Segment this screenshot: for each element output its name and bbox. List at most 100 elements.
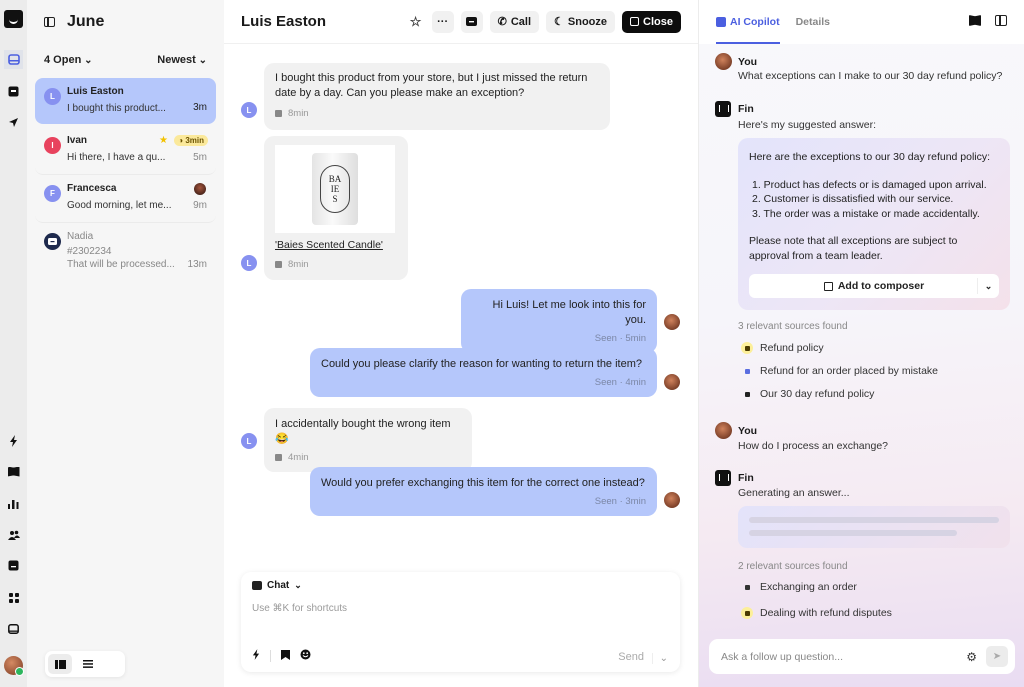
message-status: Seen · 3min (594, 496, 646, 507)
sort-dropdown[interactable]: Newest (157, 54, 207, 78)
user-avatar (715, 422, 732, 439)
emoji-icon[interactable] (300, 649, 311, 663)
knowledge-book-icon[interactable] (969, 15, 981, 26)
snooze-icon: ☾ (554, 16, 564, 28)
conversation-preview: I bought this product... (67, 103, 166, 114)
contacts-icon[interactable] (4, 525, 23, 544)
source-title: Refund for an order placed by mistake (760, 365, 939, 377)
send-options-dropdown[interactable]: ⌄ (651, 653, 668, 664)
add-to-composer-button[interactable]: Add to composer ⌄ (749, 274, 999, 298)
bolt-icon[interactable] (4, 431, 23, 450)
more-button[interactable]: ··· (431, 10, 454, 33)
message-text: Could you please clarify the reason for … (321, 358, 643, 370)
snooze-label: Snooze (567, 15, 608, 28)
source-link[interactable]: Our 30 day refund policy (741, 388, 874, 400)
note-icon (741, 581, 753, 593)
agent-message: Hi Luis! Let me look into this for you. … (461, 289, 657, 353)
agent-avatar (664, 314, 680, 330)
user-question: How do I process an exchange? (738, 440, 889, 452)
split-view-button[interactable] (48, 654, 72, 674)
reply-composer[interactable]: Chat ⌄ Use ⌘K for shortcuts Send ⌄ (241, 572, 680, 672)
product-link[interactable]: 'Baies Scented Candle' (275, 238, 397, 253)
sla-badge-text: 3min (185, 136, 204, 145)
message-status: Seen · 4min (594, 377, 646, 388)
source-link[interactable]: Refund for an order placed by mistake (741, 365, 938, 377)
view-toggle (45, 651, 125, 677)
conversation-title: Luis Easton (241, 13, 327, 30)
avatar: I (44, 137, 61, 154)
message-time: 8min (288, 108, 309, 119)
call-button[interactable]: ✆ Call (489, 10, 540, 33)
tab-ai-copilot[interactable]: AI Copilot (716, 0, 780, 44)
fin-answer-header: Fin (715, 470, 754, 486)
toggle-panel-icon[interactable] (995, 15, 1007, 26)
author-name: Fin (738, 472, 754, 484)
tab-label: AI Copilot (730, 16, 780, 28)
user-avatar[interactable] (4, 656, 24, 676)
product-image[interactable]: BA IE S (275, 145, 395, 233)
conversation-time: 3m (193, 102, 207, 113)
reply-mode-dropdown[interactable]: Chat ⌄ (252, 580, 302, 591)
app-logo-icon[interactable] (4, 10, 23, 28)
article-icon[interactable] (281, 649, 290, 663)
list-view-button[interactable] (76, 654, 100, 674)
inbox-title: June (67, 13, 105, 30)
ticket-number: #2302234 (67, 246, 112, 257)
book-icon[interactable] (4, 462, 23, 481)
exception-item: 3. The order was a mistake or made accid… (752, 207, 980, 220)
reports-icon[interactable] (4, 494, 23, 513)
conversation-item-francesca[interactable]: F Francesca Good morning, let me... 9m (35, 175, 216, 223)
inbox-icon[interactable] (4, 50, 23, 69)
fin-logo-icon (715, 470, 731, 486)
add-to-composer-label: Add to composer (837, 279, 925, 292)
follow-up-placeholder: Ask a follow up question... (721, 650, 843, 663)
source-title: Exchanging an order (760, 581, 857, 593)
agent-message: Could you please clarify the reason for … (310, 348, 657, 397)
message-text: I accidentally bought the wrong item 😂 (275, 418, 451, 445)
phone-icon: ✆ (497, 16, 507, 28)
toggle-sidebar-icon[interactable] (44, 17, 55, 27)
outbound-icon[interactable] (4, 113, 23, 132)
app-rail (0, 0, 27, 687)
close-button[interactable]: Close (622, 10, 681, 33)
conversation-list-panel: June 4 Open Newest L Luis Easton I bough… (27, 0, 224, 687)
ticket-icon[interactable] (4, 82, 23, 101)
close-label: Close (643, 15, 673, 28)
sources-count: 2 relevant sources found (738, 561, 848, 572)
tab-label: Details (795, 16, 831, 28)
ticket-button[interactable] (460, 10, 483, 33)
message-status: Seen · 5min (594, 333, 646, 344)
screen-icon[interactable] (4, 619, 23, 638)
star-button[interactable]: ☆ (407, 11, 425, 33)
conversation-item-nadia[interactable]: Nadia #2302234 That will be processed...… (35, 223, 216, 281)
follow-up-input[interactable]: Ask a follow up question... ⚙ ➤ (709, 639, 1015, 674)
status-filter-dropdown[interactable]: 4 Open (44, 54, 92, 78)
conversation-item-ivan[interactable]: I Ivan Hi there, I have a qu... ★ ◑ 3min… (35, 127, 216, 175)
conversation-time: 13m (187, 259, 207, 270)
bolt-icon[interactable] (252, 649, 260, 663)
answer-note: Please note that all exceptions are subj… (749, 235, 958, 262)
messages-icon[interactable] (4, 556, 23, 575)
customer-message: I accidentally bought the wrong item 😂 4… (264, 408, 472, 472)
send-question-button[interactable]: ➤ (986, 646, 1008, 667)
settings-sliders-icon[interactable]: ⚙ (966, 650, 977, 664)
close-conversation-icon (630, 17, 640, 26)
reply-mode-label: Chat (267, 580, 290, 591)
add-options-dropdown[interactable]: ⌄ (977, 278, 999, 294)
avatar: F (44, 185, 61, 202)
message-channel-icon (275, 110, 282, 117)
agent-avatar (664, 492, 680, 508)
source-link[interactable]: Refund policy (741, 342, 824, 354)
message-channel-icon (275, 261, 282, 268)
snooze-button[interactable]: ☾ Snooze (546, 10, 616, 33)
conversation-item-luis[interactable]: L Luis Easton I bought this product... 3… (35, 78, 216, 124)
composer-input[interactable]: Use ⌘K for shortcuts (252, 603, 347, 614)
tab-details[interactable]: Details (796, 0, 830, 44)
source-link[interactable]: Exchanging an order (741, 581, 857, 593)
source-link[interactable]: Dealing with refund disputes (741, 607, 892, 619)
send-button[interactable]: Send (618, 651, 644, 663)
chevron-down-icon: ⌄ (294, 580, 302, 590)
skeleton-line (749, 530, 957, 536)
skeleton-line (749, 517, 999, 523)
apps-icon[interactable] (4, 588, 23, 607)
